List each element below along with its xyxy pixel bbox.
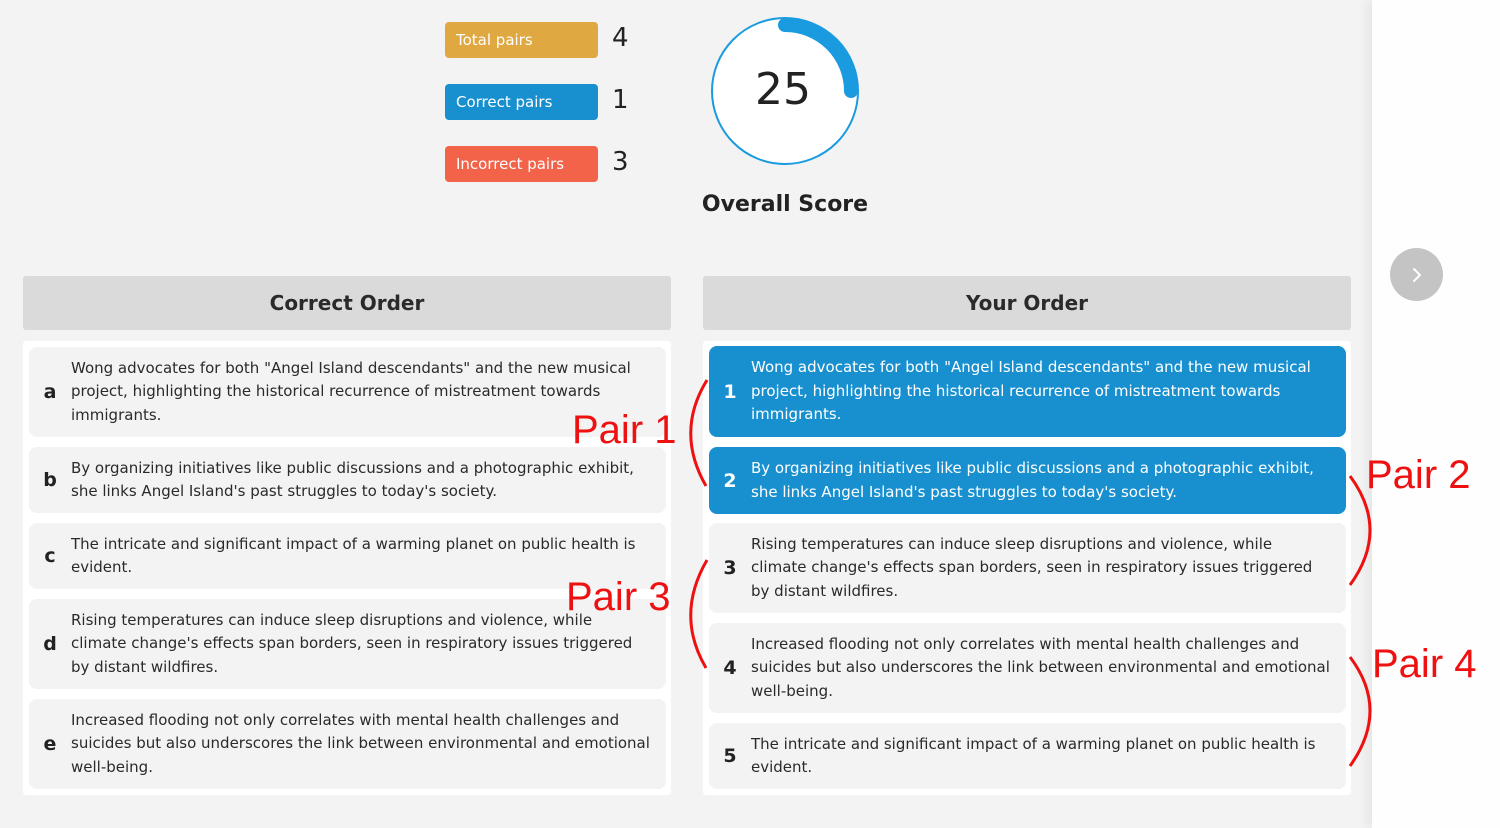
item-text: Increased flooding not only correlates w… [71,710,650,776]
chevron-right-icon [1412,267,1421,282]
correct-order-item: a Wong advocates for both "Angel Island … [29,347,666,437]
pair-1-label: Pair 1 [572,408,677,452]
score-value: 25 [755,64,811,115]
item-key: b [43,469,57,491]
your-order-list: 1 Wong advocates for both "Angel Island … [703,341,1351,795]
your-order-item-correct: 1 Wong advocates for both "Angel Island … [709,346,1346,437]
correct-order-header: Correct Order [23,276,671,330]
correct-order-item: e Increased flooding not only correlates… [29,699,666,789]
pair-4-label: Pair 4 [1372,642,1477,686]
item-key: 2 [723,469,737,492]
your-order-item: 5 The intricate and significant impact o… [709,723,1346,789]
right-sidebar [1372,0,1500,828]
item-key: 4 [723,657,737,679]
item-key: 3 [723,557,737,579]
incorrect-pairs-value: 3 [612,147,629,177]
pair-2-label: Pair 2 [1366,453,1471,497]
item-text: The intricate and significant impact of … [71,534,636,577]
item-text: By organizing initiatives like public di… [751,459,1314,501]
item-text: Rising temperatures can induce sleep dis… [751,534,1313,600]
correct-order-item: b By organizing initiatives like public … [29,447,666,513]
pair-3-label: Pair 3 [566,575,671,619]
item-key: c [44,545,56,567]
item-text: The intricate and significant impact of … [751,734,1316,777]
item-text: Wong advocates for both "Angel Island de… [751,358,1311,424]
correct-pairs-value: 1 [612,85,629,115]
your-order-item: 4 Increased flooding not only correlates… [709,623,1346,713]
total-pairs-badge: Total pairs [445,22,598,58]
correct-pairs-badge: Correct pairs [445,84,598,120]
your-order-header: Your Order [703,276,1351,330]
pair-4-bracket [1348,656,1372,767]
item-key: a [43,381,57,403]
your-order-item-correct: 2 By organizing initiatives like public … [709,447,1346,514]
item-key: e [43,733,57,755]
next-button[interactable] [1390,248,1443,301]
item-key: d [43,633,57,655]
item-key: 5 [723,745,737,767]
item-text: Rising temperatures can induce sleep dis… [71,610,633,676]
item-key: 1 [723,380,737,403]
total-pairs-value: 4 [612,23,629,53]
incorrect-pairs-badge: Incorrect pairs [445,146,598,182]
your-order-item: 3 Rising temperatures can induce sleep d… [709,523,1346,613]
item-text: Increased flooding not only correlates w… [751,634,1330,700]
score-label: Overall Score [701,192,869,217]
item-text: By organizing initiatives like public di… [71,458,634,501]
